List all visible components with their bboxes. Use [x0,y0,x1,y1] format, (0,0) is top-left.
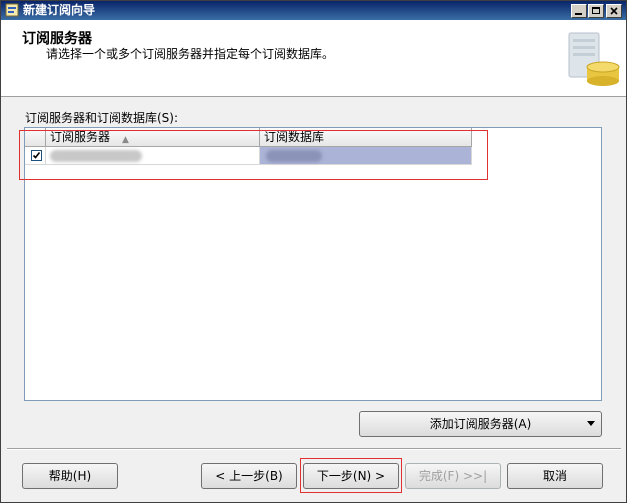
wizard-header: 订阅服务器 请选择一个或多个订阅服务器并指定每个订阅数据库。 [1,20,626,97]
add-subscriber-button[interactable]: 添加订阅服务器(A) [359,411,602,437]
close-button[interactable] [606,4,622,18]
window-title: 新建订阅向导 [23,3,96,17]
maximize-button[interactable] [588,4,604,18]
cancel-button[interactable]: 取消 [507,463,603,489]
finish-label: 完成(F) >>| [418,469,488,483]
highlight-box-next [300,458,402,493]
page-subtitle: 请选择一个或多个订阅服务器并指定每个订阅数据库。 [46,47,335,61]
title-bar[interactable]: 新建订阅向导 [1,1,626,20]
cancel-label: 取消 [542,469,567,483]
database-icon [568,32,620,86]
minimize-button[interactable] [571,4,587,18]
finish-button: 完成(F) >>| [405,463,501,489]
highlight-box-grid-row [19,130,488,180]
help-button[interactable]: 帮助(H) [22,463,118,489]
help-label: 帮助(H) [48,469,92,483]
back-button[interactable]: < 上一步(B) [201,463,297,489]
close-icon [610,7,618,15]
footer-separator [7,448,621,450]
wizard-icon [5,3,19,17]
back-label: < 上一步(B) [215,469,283,483]
wizard-window: 新建订阅向导 订阅服务器 请选择一个或多个订阅服务器并指定每个订阅数据库。 订阅… [0,0,627,503]
chevron-down-icon [587,421,595,426]
add-subscriber-label: 添加订阅服务器(A) [429,417,532,431]
grid-label: 订阅服务器和订阅数据库(S): [25,111,179,125]
